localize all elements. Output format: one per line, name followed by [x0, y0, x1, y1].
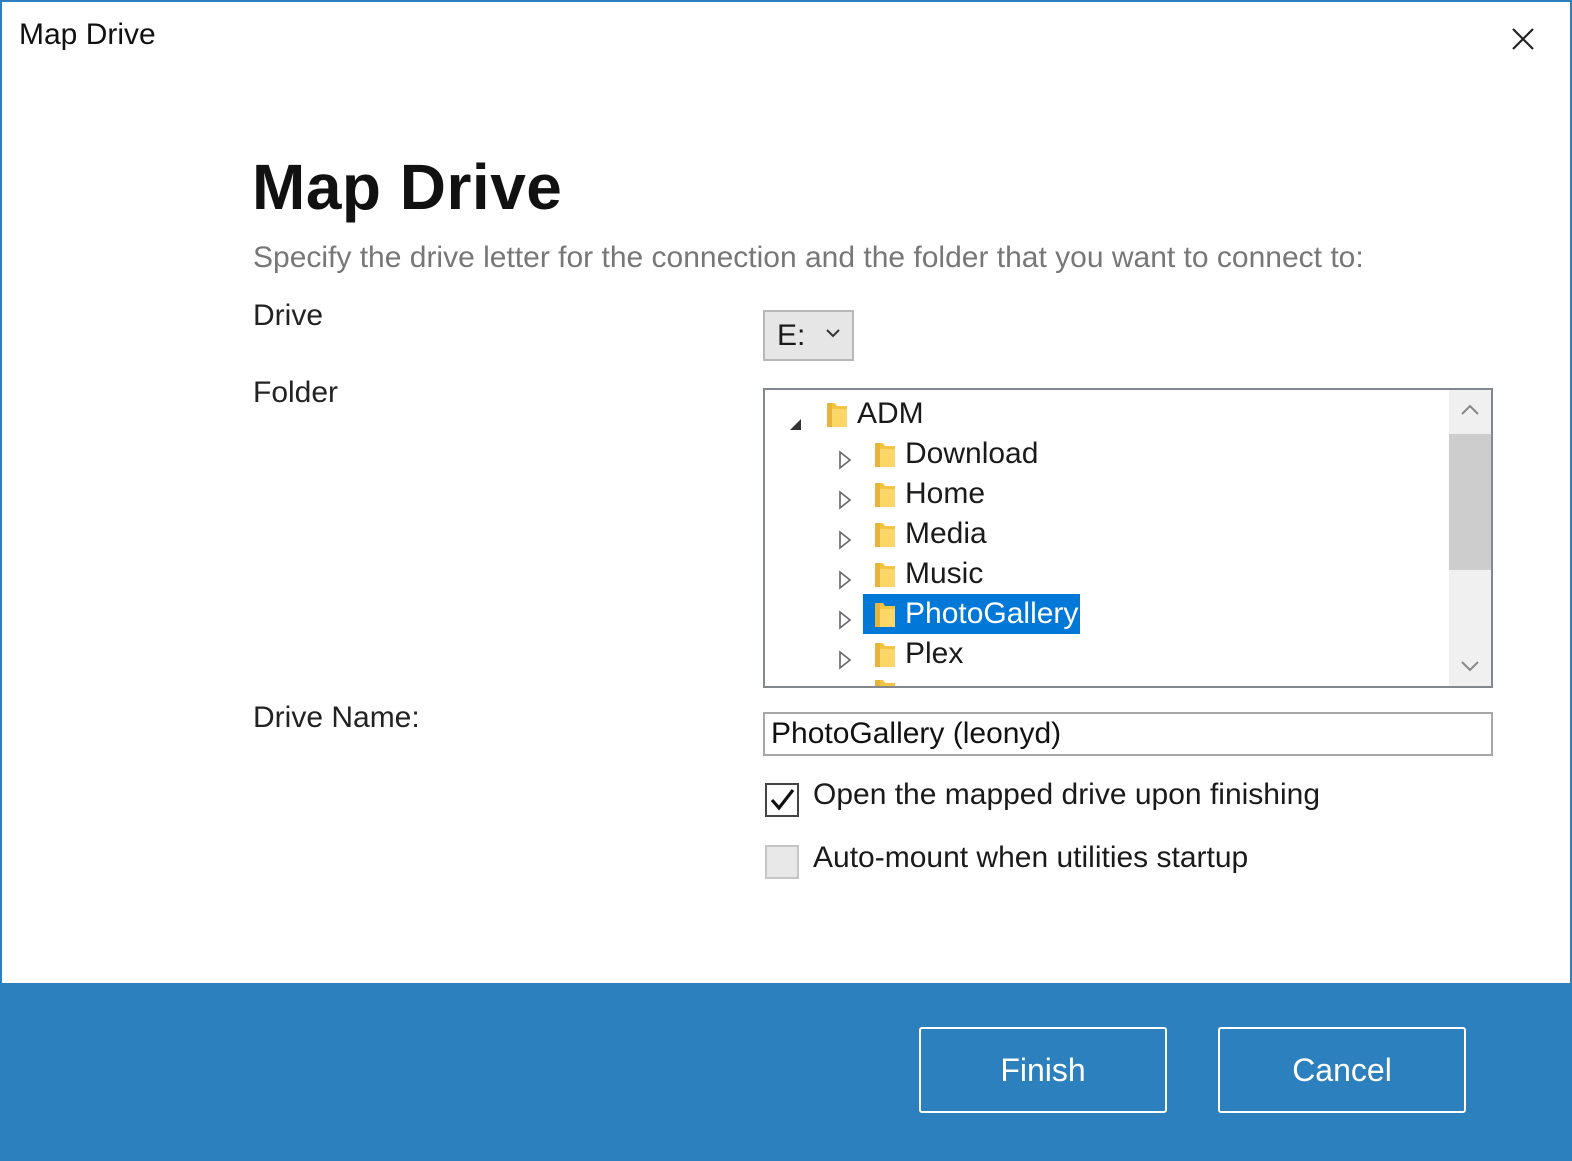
tree-item-label[interactable]: Music: [903, 554, 985, 594]
collapse-triangle-icon[interactable]: [837, 444, 853, 470]
drive-name-input[interactable]: [763, 712, 1493, 756]
tree-item-label[interactable]: Download: [903, 434, 1040, 474]
tree-item-label[interactable]: Plex: [903, 634, 965, 674]
scroll-down-button[interactable]: [1449, 646, 1491, 686]
folder-icon: [873, 559, 897, 589]
page-title: Map Drive: [252, 151, 563, 223]
expand-triangle-icon[interactable]: [787, 406, 803, 430]
collapse-triangle-icon[interactable]: [837, 604, 853, 630]
folder-label: Folder: [253, 376, 339, 409]
dialog-footer: Finish Cancel: [2, 983, 1570, 1159]
auto-mount-checkbox[interactable]: [765, 845, 799, 879]
collapse-triangle-icon[interactable]: [837, 644, 853, 670]
folder-tree[interactable]: ADM Download Home Media Music PhotoGallery Ple…: [763, 388, 1493, 688]
collapse-triangle-icon[interactable]: [837, 484, 853, 510]
folder-icon: [873, 479, 897, 509]
open-after-checkbox[interactable]: [765, 783, 799, 817]
drive-label: Drive: [253, 299, 324, 332]
tree-item-label[interactable]: Media: [903, 514, 989, 554]
tree-item[interactable]: Download: [765, 434, 1447, 474]
collapse-triangle-icon[interactable]: [837, 564, 853, 590]
close-button[interactable]: [1498, 14, 1548, 64]
tree-item-label[interactable]: Home: [903, 474, 987, 514]
cancel-button[interactable]: Cancel: [1218, 1027, 1466, 1113]
tree-item[interactable]: Music: [765, 554, 1447, 594]
open-after-label[interactable]: Open the mapped drive upon finishing: [813, 778, 1320, 812]
scroll-up-button[interactable]: [1449, 390, 1491, 430]
map-drive-dialog: Map Drive Map Drive Specify the drive le…: [0, 0, 1572, 1161]
window-title: Map Drive: [19, 18, 156, 51]
tree-item-partial: [873, 676, 897, 686]
page-subtitle: Specify the drive letter for the connect…: [253, 241, 1364, 274]
folder-icon: [873, 599, 897, 629]
collapse-triangle-icon[interactable]: [837, 524, 853, 550]
tree-item-label[interactable]: PhotoGallery: [903, 594, 1081, 634]
folder-icon: [825, 399, 849, 429]
tree-item-root[interactable]: ADM: [765, 394, 1447, 434]
chevron-down-icon: [1461, 661, 1479, 672]
finish-button[interactable]: Finish: [919, 1027, 1167, 1113]
chevron-down-icon: [826, 329, 840, 338]
close-icon: [1512, 28, 1534, 50]
tree-scrollbar[interactable]: [1449, 390, 1491, 686]
drive-letter-dropdown[interactable]: E:: [763, 310, 854, 361]
scroll-thumb[interactable]: [1449, 434, 1491, 570]
folder-icon: [873, 439, 897, 469]
tree-item[interactable]: PhotoGallery: [765, 594, 1447, 634]
tree-item[interactable]: Home: [765, 474, 1447, 514]
tree-item-label[interactable]: ADM: [855, 394, 926, 434]
checkmark-icon: [770, 789, 795, 811]
auto-mount-label[interactable]: Auto-mount when utilities startup: [813, 841, 1248, 875]
folder-icon: [873, 639, 897, 669]
drive-letter-value: E:: [777, 318, 806, 352]
chevron-up-icon: [1461, 404, 1479, 415]
folder-icon: [873, 519, 897, 549]
tree-item[interactable]: Plex: [765, 634, 1447, 674]
tree-item[interactable]: Media: [765, 514, 1447, 554]
drive-name-label: Drive Name:: [253, 701, 420, 734]
